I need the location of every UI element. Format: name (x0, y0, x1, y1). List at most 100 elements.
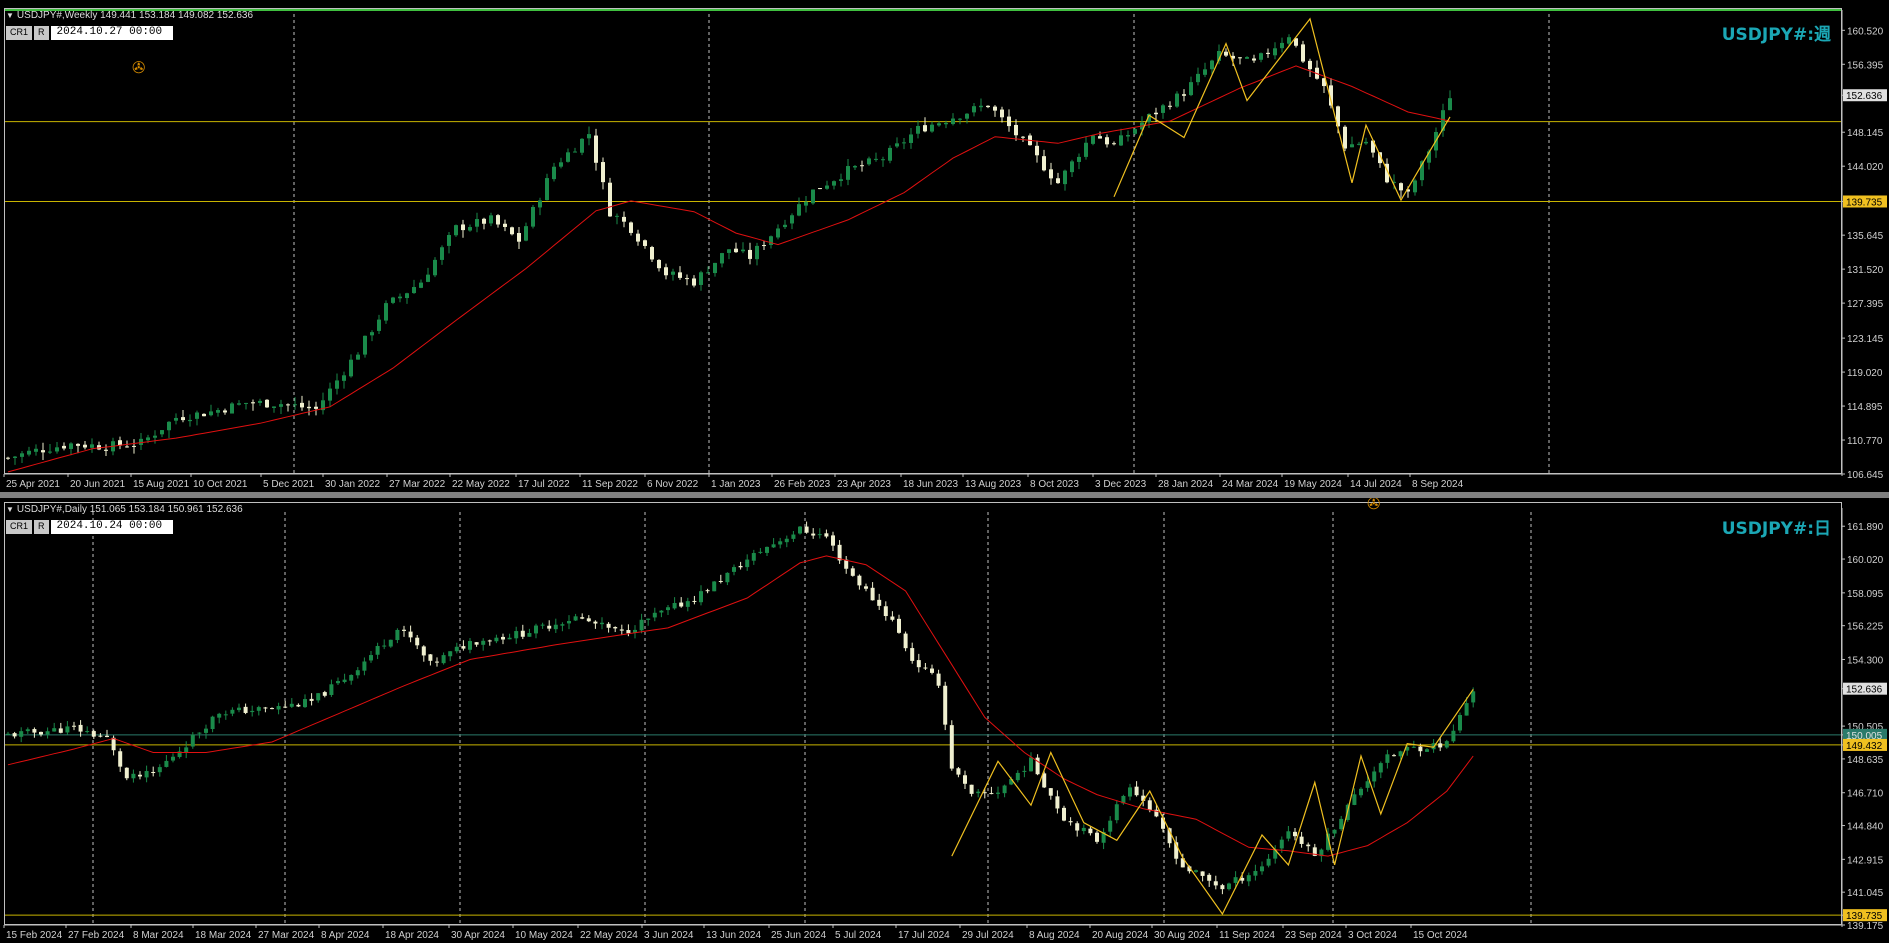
r-badge[interactable]: R (34, 26, 49, 40)
bull-candle (895, 143, 899, 147)
bear-candle (811, 533, 816, 536)
bull-candle (507, 637, 512, 640)
bull-candle (1448, 98, 1452, 111)
bull-candle (832, 181, 836, 186)
bull-candle (615, 215, 619, 217)
bear-candle (1021, 136, 1025, 138)
cr1-badge[interactable]: CR1 (6, 520, 33, 534)
bull-candle (1259, 53, 1263, 60)
bull-candle (216, 410, 220, 413)
bear-candle (1399, 183, 1403, 191)
bear-candle (626, 630, 631, 634)
price-tick-label: 148.145 (1847, 128, 1884, 139)
bear-candle (1161, 817, 1165, 829)
bull-candle (52, 728, 57, 732)
bear-candle (510, 227, 514, 235)
bull-candle (881, 159, 885, 161)
bear-candle (1112, 143, 1116, 145)
weekly-chart-svg[interactable]: 160.520 156.395 152.636 148.145 144.020 139.7… (0, 0, 1889, 492)
collapse-triangle-icon[interactable]: ▼ (6, 505, 14, 514)
daily-date-field[interactable]: 2024.10.24 00:00 (50, 520, 173, 534)
time-tick-label: 11 Sep 2022 (582, 479, 638, 490)
bear-candle (132, 445, 136, 447)
price-tick-label: 156.225 (1847, 622, 1884, 633)
bear-candle (586, 618, 591, 622)
cr1-badge[interactable]: CR1 (6, 26, 33, 40)
bull-candle (745, 559, 750, 568)
time-tick-label: 20 Aug 2024 (1092, 930, 1149, 941)
bear-candle (12, 733, 17, 737)
bear-candle (1418, 746, 1423, 752)
bull-candle (758, 551, 763, 553)
weekly-date-field[interactable]: 2024.10.27 00:00 (50, 26, 173, 40)
bear-candle (678, 272, 682, 278)
bull-candle (540, 624, 545, 626)
bull-candle (699, 591, 703, 603)
bull-candle (188, 419, 192, 422)
crosshair-icon[interactable]: ✇ (132, 58, 145, 78)
bull-candle (846, 166, 850, 180)
time-tick-label: 17 Jul 2024 (898, 930, 950, 941)
weekly-chart-pane[interactable]: 160.520 156.395 152.636 148.145 144.020 139.7… (0, 0, 1889, 492)
bull-candle (1161, 105, 1165, 113)
bull-candle (732, 567, 736, 572)
bull-candle (996, 792, 1000, 794)
bull-candle (1378, 763, 1383, 773)
bear-candle (1095, 832, 1099, 842)
time-tick-label: 5 Jul 2024 (835, 930, 882, 941)
price-tick-label: 146.710 (1847, 789, 1884, 800)
bull-candle (250, 710, 255, 713)
bull-candle (355, 670, 360, 676)
price-tick-label: 127.395 (1847, 299, 1884, 310)
bull-candle (1357, 143, 1361, 145)
bear-candle (650, 247, 654, 260)
bull-candle (447, 235, 451, 246)
bull-candle (391, 297, 395, 303)
bear-candle (601, 162, 605, 183)
time-tick-label: 8 Oct 2023 (1030, 479, 1079, 490)
bull-candle (560, 624, 565, 626)
bull-candle (916, 125, 920, 134)
bear-candle (202, 413, 206, 417)
bear-candle (1293, 831, 1297, 837)
bull-candle (363, 335, 367, 355)
bear-candle (969, 784, 974, 794)
bull-candle (567, 620, 571, 624)
time-tick-label: 27 Mar 2022 (389, 479, 446, 490)
crosshair-icon[interactable]: ✇ (1367, 498, 1380, 514)
daily-chart-pane[interactable]: 161.890 160.020 158.095 156.225 154.300 152.6… (0, 498, 1889, 943)
bull-candle (776, 228, 780, 238)
bull-candle (1203, 69, 1207, 75)
bear-candle (643, 240, 647, 246)
time-tick-label: 25 Jun 2024 (771, 930, 826, 941)
bull-candle (1286, 831, 1291, 839)
bear-candle (748, 249, 752, 259)
bear-candle (461, 224, 465, 231)
time-tick-label: 30 Jan 2022 (325, 479, 380, 490)
daily-chart-svg[interactable]: 161.890 160.020 158.095 156.225 154.300 152.6… (0, 498, 1889, 943)
bear-candle (1306, 844, 1311, 847)
bull-candle (1189, 82, 1193, 96)
bull-candle (633, 629, 637, 633)
price-tick-label: 106.645 (1847, 470, 1884, 481)
daily-date-line: CR1 R 2024.10.24 00:00 (6, 520, 173, 534)
bear-candle (705, 590, 710, 592)
bull-candle (639, 619, 644, 631)
bull-candle (666, 607, 670, 611)
bear-candle (496, 215, 500, 225)
bull-candle (146, 437, 150, 441)
price-tick-label: 142.915 (1847, 855, 1884, 866)
bear-candle (1000, 109, 1004, 118)
bull-candle (771, 544, 776, 548)
bull-candle (573, 151, 577, 153)
bear-candle (1220, 885, 1225, 890)
bear-candle (949, 725, 954, 769)
bull-candle (902, 142, 906, 144)
bear-candle (296, 704, 301, 707)
collapse-triangle-icon[interactable]: ▼ (6, 11, 14, 20)
bear-candle (1299, 836, 1304, 844)
weekly-date-line: CR1 R 2024.10.27 00:00 (6, 26, 173, 40)
r-badge[interactable]: R (34, 520, 49, 534)
bear-candle (1055, 796, 1060, 809)
bull-candle (671, 271, 675, 275)
